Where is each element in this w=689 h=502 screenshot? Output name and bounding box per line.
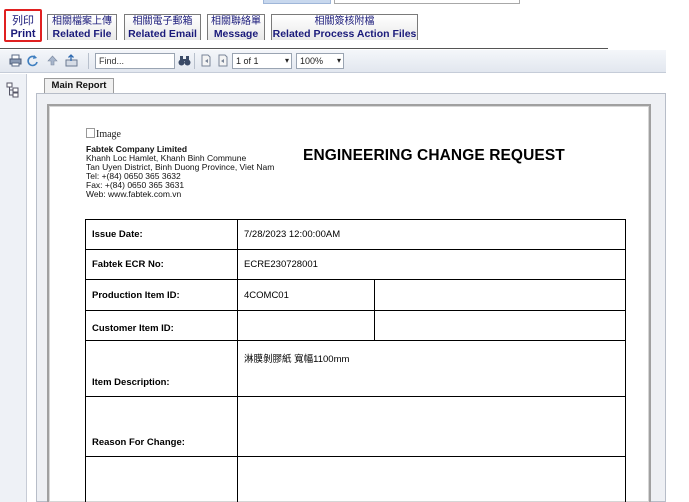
tab-related-email-zh-label: 相關電子郵箱	[132, 16, 193, 27]
tab-related-file-en-label: Related File	[52, 28, 112, 40]
tab-related-process-action-files[interactable]: 相關簽核附檔 Related Process Action Files	[271, 14, 418, 40]
table-row	[85, 456, 626, 502]
tab-related-file[interactable]: 相關檔案上傳 Related File	[47, 14, 117, 40]
tab-related-file-zh-label: 相關檔案上傳	[52, 16, 112, 27]
page-select[interactable]: 1 of 1 ▾	[232, 53, 292, 69]
print-icon[interactable]	[9, 54, 22, 67]
table-row: Reason For Change:	[85, 396, 626, 457]
first-page-icon[interactable]	[199, 54, 212, 67]
broken-image-icon	[86, 128, 95, 138]
report-toolbar: Find... 1 of 1 ▾ 100% ▾	[0, 50, 666, 73]
tab-message-zh-label: 相關聯絡單	[211, 16, 261, 27]
company-info: Fabtek Company Limited Khanh Loc Hamlet,…	[86, 145, 274, 199]
export-icon[interactable]	[65, 54, 78, 67]
production-item-label: Production Item ID:	[85, 279, 238, 311]
next-field-value	[237, 456, 626, 502]
company-logo-image: Image	[86, 128, 121, 140]
tab-bar-underline	[0, 48, 608, 49]
item-description-label: Item Description:	[85, 340, 238, 397]
report-page: Image Fabtek Company Limited Khanh Loc H…	[49, 106, 649, 502]
find-input[interactable]: Find...	[95, 53, 175, 69]
reason-for-change-label: Reason For Change:	[85, 396, 238, 457]
issue-date-value: 7/28/2023 12:00:00AM	[237, 219, 626, 250]
toolbar-separator	[194, 53, 195, 69]
ecr-no-value: ECRE230728001	[237, 249, 626, 280]
table-row: Issue Date: 7/28/2023 12:00:00AM	[85, 219, 626, 250]
tab-main-report[interactable]: Main Report	[44, 78, 114, 94]
table-row: Fabtek ECR No: ECRE230728001	[85, 249, 626, 280]
empty-cell	[374, 279, 626, 311]
back-icon[interactable]	[46, 54, 59, 67]
image-alt-text: Image	[96, 129, 121, 140]
refresh-icon[interactable]	[26, 54, 39, 67]
prev-page-icon[interactable]	[216, 54, 229, 67]
tab-print[interactable]: 列印 Print	[4, 9, 42, 42]
empty-cell	[374, 310, 626, 341]
document-map-pane	[0, 74, 27, 502]
tab-related-process-zh-label: 相關簽核附檔	[314, 16, 375, 27]
chevron-down-icon: ▾	[284, 56, 289, 65]
zoom-select[interactable]: 100% ▾	[296, 53, 344, 69]
issue-date-label: Issue Date:	[85, 219, 238, 250]
tab-related-process-en-label: Related Process Action Files	[272, 28, 417, 40]
production-item-value: 4COMC01	[237, 279, 375, 311]
tab-related-email-en-label: Related Email	[128, 28, 197, 40]
company-web: Web: www.fabtek.com.vn	[86, 189, 182, 199]
document-map-icon[interactable]	[6, 82, 20, 98]
tab-print-zh-label: 列印	[12, 15, 34, 27]
tab-related-email[interactable]: 相關電子郵箱 Related Email	[124, 14, 201, 40]
table-row: Production Item ID: 4COMC01	[85, 279, 626, 311]
tab-print-en-label: Print	[10, 28, 36, 40]
top-button-remnant[interactable]	[263, 0, 331, 4]
report-viewer-window: 列印 Print 相關檔案上傳 Related File 相關電子郵箱 Rela…	[0, 0, 689, 502]
next-field-label	[85, 456, 238, 502]
binoculars-icon[interactable]	[178, 54, 191, 67]
page-select-value: 1 of 1	[236, 56, 259, 66]
chevron-down-icon: ▾	[336, 56, 341, 65]
tab-message[interactable]: 相關聯絡單 Message	[207, 14, 265, 40]
table-row: Item Description: 淋膜剝膠紙 寬幅1100mm	[85, 340, 626, 397]
report-title: ENGINEERING CHANGE REQUEST	[303, 147, 565, 164]
ecr-form-table: Issue Date: 7/28/2023 12:00:00AM Fabtek …	[85, 219, 626, 502]
toolbar-separator	[88, 53, 89, 69]
customer-item-label: Customer Item ID:	[85, 310, 238, 341]
tab-message-en-label: Message	[213, 28, 259, 40]
table-row: Customer Item ID:	[85, 310, 626, 341]
item-description-value: 淋膜剝膠紙 寬幅1100mm	[237, 340, 626, 397]
zoom-select-value: 100%	[300, 56, 324, 66]
top-dropdown-remnant[interactable]	[334, 0, 520, 4]
ecr-no-label: Fabtek ECR No:	[85, 249, 238, 280]
reason-for-change-value	[237, 396, 626, 457]
customer-item-value	[237, 310, 375, 341]
tab-bar: 列印 Print 相關檔案上傳 Related File 相關電子郵箱 Rela…	[0, 8, 689, 49]
